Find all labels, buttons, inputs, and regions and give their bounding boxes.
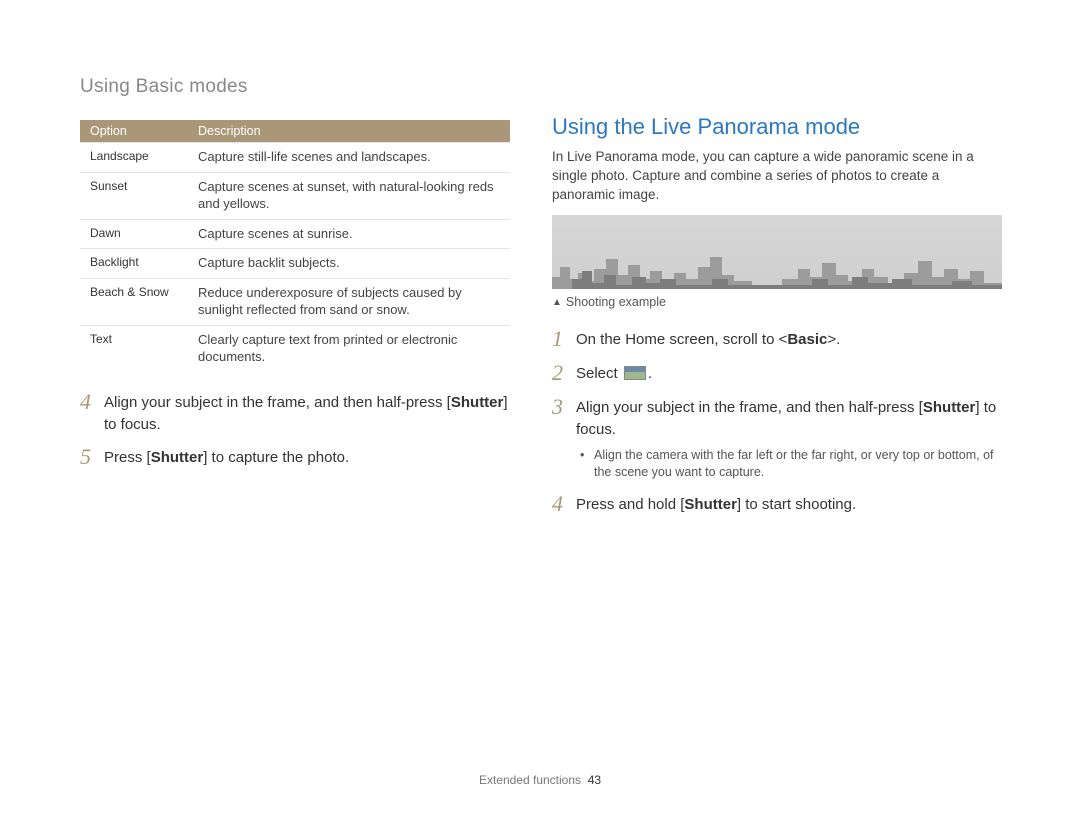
step-text-pre: Align your subject in the frame, and the… [576,399,923,416]
right-column: Using the Live Panorama mode In Live Pan… [552,120,1002,526]
illustration-caption: ▲ Shooting example [552,295,1002,309]
step-number: 4 [80,390,104,414]
footer-section: Extended functions [479,773,581,787]
step-text-pre: Select [576,365,622,382]
intro-text: In Live Panorama mode, you can capture a… [552,148,1002,205]
step-text-post: ] to start shooting. [737,496,856,513]
step-item: 4 Press and hold [Shutter] to start shoo… [552,492,1002,516]
footer-page-number: 43 [588,773,601,787]
step-text-bold: Basic [787,331,827,348]
table-row: Text Clearly capture text from printed o… [80,325,510,372]
page-footer: Extended functions 43 [0,773,1080,787]
desc-cell: Capture backlit subjects. [188,249,510,279]
step-text: Align your subject in the frame, and the… [104,390,510,436]
step-text: Press and hold [Shutter] to start shooti… [576,492,856,516]
step-text-bold: Shutter [684,496,737,513]
left-column: Option Description Landscape Capture sti… [80,120,510,526]
panorama-mode-icon [624,366,646,380]
step-item: 3 Align your subject in the frame, and t… [552,395,1002,441]
step-number: 5 [80,445,104,469]
step-number: 3 [552,395,576,419]
step-item: 2 Select . [552,361,1002,385]
step-text: Align your subject in the frame, and the… [576,395,1002,441]
bullet-dot-icon: • [580,447,594,482]
page-title: Using Basic modes [80,76,1002,98]
options-table: Option Description Landscape Capture sti… [80,120,510,372]
table-row: Dawn Capture scenes at sunrise. [80,219,510,249]
option-cell: Beach & Snow [80,278,188,325]
table-row: Backlight Capture backlit subjects. [80,249,510,279]
desc-cell: Capture scenes at sunset, with natural-l… [188,172,510,219]
table-header-option: Option [80,120,188,143]
option-cell: Backlight [80,249,188,279]
step-text-pre: Align your subject in the frame, and the… [104,394,451,411]
step-number: 1 [552,327,576,351]
step-text: Press [Shutter] to capture the photo. [104,445,349,469]
desc-cell: Clearly capture text from printed or ele… [188,325,510,372]
step-text-bold: Shutter [151,449,204,466]
option-cell: Text [80,325,188,372]
panorama-illustration [552,215,1002,289]
caption-text: Shooting example [566,295,666,309]
content-columns: Option Description Landscape Capture sti… [80,120,1002,526]
step-sub-bullet: • Align the camera with the far left or … [552,447,1002,482]
skyline-icon [552,249,1002,289]
step-item: 1 On the Home screen, scroll to <Basic>. [552,327,1002,351]
table-header-description: Description [188,120,510,143]
step-item: 5 Press [Shutter] to capture the photo. [80,445,510,469]
option-cell: Sunset [80,172,188,219]
left-steps: 4 Align your subject in the frame, and t… [80,390,510,470]
right-steps: 1 On the Home screen, scroll to <Basic>.… [552,327,1002,516]
triangle-up-icon: ▲ [552,297,562,308]
step-text: Select . [576,361,652,385]
step-text-bold: Shutter [451,394,504,411]
option-cell: Dawn [80,219,188,249]
option-cell: Landscape [80,143,188,173]
step-text-post: >. [827,331,840,348]
desc-cell: Reduce underexposure of subjects caused … [188,278,510,325]
desc-cell: Capture still-life scenes and landscapes… [188,143,510,173]
step-text-pre: Press and hold [ [576,496,684,513]
step-number: 2 [552,361,576,385]
step-text-post: ] to capture the photo. [203,449,349,466]
table-row: Beach & Snow Reduce underexposure of sub… [80,278,510,325]
step-text-post: . [648,365,652,382]
page-root: Using Basic modes Option Description Lan… [0,0,1080,815]
section-heading: Using the Live Panorama mode [552,114,1002,140]
table-row: Landscape Capture still-life scenes and … [80,143,510,173]
table-row: Sunset Capture scenes at sunset, with na… [80,172,510,219]
step-text-pre: Press [ [104,449,151,466]
step-item: 4 Align your subject in the frame, and t… [80,390,510,436]
desc-cell: Capture scenes at sunrise. [188,219,510,249]
step-text-bold: Shutter [923,399,976,416]
sub-bullet-text: Align the camera with the far left or th… [594,447,1002,482]
step-text-pre: On the Home screen, scroll to < [576,331,787,348]
step-text: On the Home screen, scroll to <Basic>. [576,327,840,351]
step-number: 4 [552,492,576,516]
